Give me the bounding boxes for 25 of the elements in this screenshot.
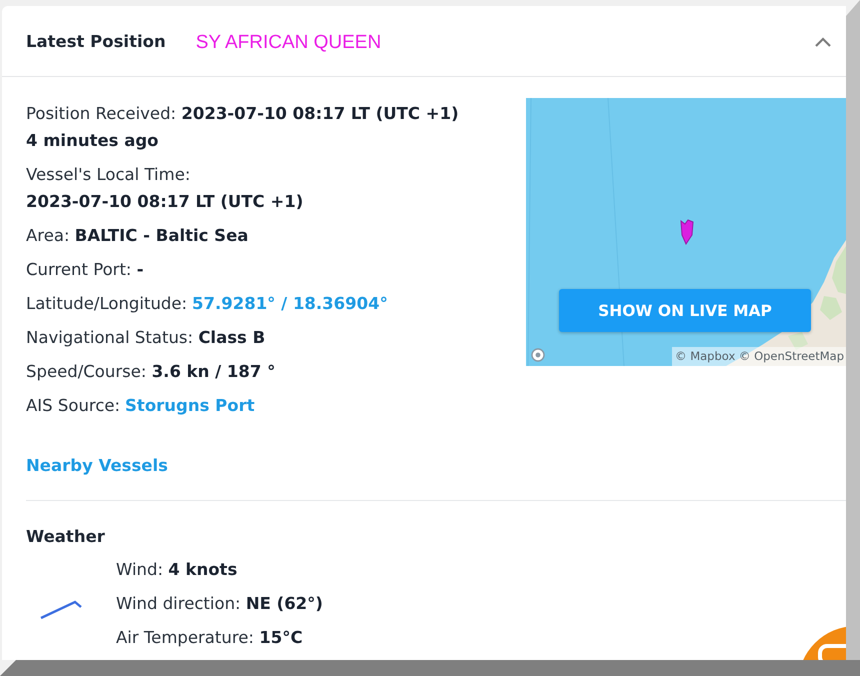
detail-text: Navigational Status: Class B xyxy=(26,327,266,349)
time-ago-text: 4 minutes ago xyxy=(26,130,158,152)
section-title: Weather xyxy=(26,526,105,548)
detail-text: Vessel's Local Time: 2023-07-10 08:17 LT (UTC +1) xyxy=(26,164,304,213)
map-logo-icon[interactable] xyxy=(531,348,545,362)
vessel-name: SY AFRICAN QUEEN xyxy=(196,30,382,54)
vessel-marker-icon[interactable] xyxy=(680,219,694,245)
value-link[interactable]: Storugns Port xyxy=(125,392,255,419)
nearby-vessels-link[interactable]: Nearby Vessels xyxy=(26,452,168,479)
detail-text: Position Received: 2023-07-10 08:17 LT (UTC +1) xyxy=(26,103,459,125)
weather-text: Wind: 4 knots xyxy=(116,559,238,581)
weather-text: Air Temperature: 15°C xyxy=(116,627,303,649)
field-label: AIS Source: xyxy=(26,395,120,417)
wind-barb-icon xyxy=(40,600,82,620)
chevron-up-icon[interactable] xyxy=(815,37,831,47)
detail-text: Speed/Course: 3.6 kn / 187 ° xyxy=(26,361,276,383)
detail-text: Area: BALTIC - Baltic Sea xyxy=(26,225,248,247)
live-map-button[interactable]: SHOW ON LIVE MAP xyxy=(559,289,811,332)
value-link[interactable]: 57.9281° / 18.36904° xyxy=(192,290,388,317)
map-view[interactable]: SHOW ON LIVE MAP © Mapbox © OpenStreetMap xyxy=(526,98,846,366)
panel-title: Latest Position xyxy=(26,32,166,50)
map-attribution: © Mapbox © OpenStreetMap xyxy=(672,347,846,366)
field-label: Latitude/Longitude: xyxy=(26,293,188,315)
weather-text: Wind direction: NE (62°) xyxy=(116,593,323,615)
detail-text: Current Port: - xyxy=(26,259,144,281)
